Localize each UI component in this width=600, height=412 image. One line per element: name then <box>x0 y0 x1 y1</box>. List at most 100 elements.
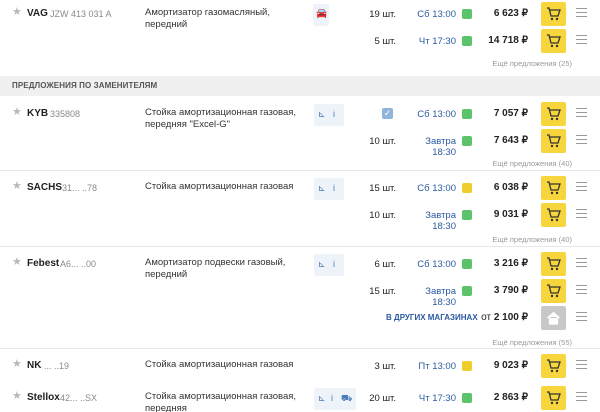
cart-icon <box>547 34 561 48</box>
offer-row: ★ NK ... ..19 Стойка амортизационная газ… <box>0 352 600 380</box>
more-offers-link[interactable]: Ещё предложения (40) <box>492 235 572 244</box>
section-title: ПРЕДЛОЖЕНИЯ ПО ЗАМЕНИТЕЛЯМ <box>12 81 158 90</box>
scheme-icon: ⊾ <box>318 109 326 119</box>
add-to-cart-button[interactable] <box>541 2 566 26</box>
brand-name[interactable]: KYB <box>27 108 48 119</box>
car-icon-box[interactable]: 🚘 <box>313 4 329 26</box>
menu-icon[interactable] <box>576 285 587 297</box>
add-to-cart-button[interactable] <box>541 129 566 153</box>
availability-indicator <box>462 9 472 19</box>
quantity: 15 шт. <box>369 183 396 194</box>
quantity: 20 шт. <box>369 393 396 404</box>
offer-row: ★ VAG JZW 413 031 A Амортизатор газомасл… <box>0 0 600 30</box>
cart-icon <box>547 107 561 121</box>
offer-row: ★ Stellox 42... ..SX Стойка амортизацион… <box>0 384 600 412</box>
part-description: Стойка амортизационная газовая <box>145 181 294 192</box>
add-to-cart-button[interactable] <box>541 176 566 200</box>
delivery-time: Сб 13:00 <box>417 183 456 194</box>
cart-icon <box>547 181 561 195</box>
more-offers-link[interactable]: Ещё предложения (25) <box>492 59 572 68</box>
menu-icon[interactable] <box>576 135 587 147</box>
section-header: ПРЕДЛОЖЕНИЯ ПО ЗАМЕНИТЕЛЯМ <box>0 76 600 96</box>
star-icon[interactable]: ★ <box>12 391 22 402</box>
cart-icon <box>547 391 561 405</box>
cart-icon <box>547 284 561 298</box>
info-box[interactable]: ⊾ i <box>314 178 344 200</box>
more-offers-link[interactable]: Ещё предложения (40) <box>492 159 572 168</box>
article-number[interactable]: JZW 413 031 A <box>50 9 112 19</box>
add-to-cart-button[interactable] <box>541 102 566 126</box>
delivery-time: Пт 13:00 <box>418 361 456 372</box>
add-to-cart-button[interactable] <box>541 386 566 410</box>
delivery-time: Завтра 18:30 <box>425 136 456 158</box>
price: 9 031 ₽ <box>493 209 528 220</box>
checkbox[interactable]: ✓ <box>382 108 393 119</box>
delivery-time: Сб 13:00 <box>417 9 456 20</box>
scheme-icon: ⊾ <box>318 183 326 193</box>
star-icon[interactable]: ★ <box>12 107 22 118</box>
other-stores-link[interactable]: В ДРУГИХ МАГАЗИНАХ <box>386 313 478 322</box>
info-box[interactable]: ⊾ i <box>314 254 344 276</box>
add-to-cart-button[interactable] <box>541 279 566 303</box>
brand-name[interactable]: VAG <box>27 8 48 19</box>
add-to-cart-button[interactable] <box>541 354 566 378</box>
article-number[interactable]: A6... ..00 <box>60 259 96 269</box>
quantity: 6 шт. <box>374 259 396 270</box>
menu-icon[interactable] <box>576 360 587 372</box>
article-number[interactable]: 31... ..78 <box>62 183 97 193</box>
price: 3 216 ₽ <box>493 258 528 269</box>
car-icon: ⛟ <box>341 393 353 403</box>
delivery-time: Завтра 18:30 <box>425 210 456 232</box>
price: 6 623 ₽ <box>493 8 528 19</box>
car-icon: 🚘 <box>316 8 328 18</box>
article-number[interactable]: ... ..19 <box>44 361 69 371</box>
scheme-icon: ⊾ <box>318 259 326 269</box>
availability-indicator <box>462 259 472 269</box>
availability-indicator <box>462 393 472 403</box>
add-to-cart-button[interactable] <box>541 252 566 276</box>
menu-icon[interactable] <box>576 258 587 270</box>
price: 2 100 ₽ <box>493 312 528 323</box>
info-box[interactable]: ⊾ i <box>314 104 344 126</box>
menu-icon[interactable] <box>576 209 587 221</box>
brand-name[interactable]: NK <box>27 360 41 371</box>
star-icon[interactable]: ★ <box>12 257 22 268</box>
quantity: 5 шт. <box>374 36 396 47</box>
add-to-cart-button[interactable] <box>541 203 566 227</box>
availability-indicator <box>462 109 472 119</box>
menu-icon[interactable] <box>576 392 587 404</box>
quantity: 10 шт. <box>369 210 396 221</box>
brand-name[interactable]: Stellox <box>27 392 60 403</box>
offer-row: 10 шт. Завтра 18:30 9 031 ₽ <box>0 201 600 232</box>
article-number[interactable]: 42... ..SX <box>60 393 97 403</box>
info-icon: i <box>331 393 333 403</box>
offer-row: ★ KYB 335808 Стойка амортизационная газо… <box>0 100 600 130</box>
home-icon <box>547 311 560 325</box>
info-icon: i <box>333 183 335 193</box>
delivery-time: Чт 17:30 <box>418 36 456 47</box>
add-to-cart-button[interactable] <box>541 29 566 53</box>
info-box[interactable]: ⊾ i ⛟ <box>314 388 356 410</box>
menu-icon[interactable] <box>576 35 587 47</box>
price: 6 038 ₽ <box>493 182 528 193</box>
menu-icon[interactable] <box>576 312 587 324</box>
cart-icon <box>547 7 561 21</box>
offer-row: ★ SACHS 31... ..78 Стойка амортизационна… <box>0 174 600 202</box>
store-button[interactable] <box>541 306 566 330</box>
quantity: 15 шт. <box>369 286 396 297</box>
cart-icon <box>547 257 561 271</box>
divider <box>0 348 600 349</box>
price-from: от 2 100 ₽ <box>478 312 528 323</box>
menu-icon[interactable] <box>576 182 587 194</box>
article-number[interactable]: 335808 <box>50 109 80 119</box>
star-icon[interactable]: ★ <box>12 359 22 370</box>
menu-icon[interactable] <box>576 108 587 120</box>
star-icon[interactable]: ★ <box>12 7 22 18</box>
brand-name[interactable]: SACHS <box>27 182 62 193</box>
star-icon[interactable]: ★ <box>12 181 22 192</box>
divider <box>0 170 600 171</box>
brand-name[interactable]: Febest <box>27 258 59 269</box>
more-offers-link[interactable]: Ещё предложения (55) <box>492 338 572 347</box>
info-icon: i <box>333 259 335 269</box>
menu-icon[interactable] <box>576 8 587 20</box>
